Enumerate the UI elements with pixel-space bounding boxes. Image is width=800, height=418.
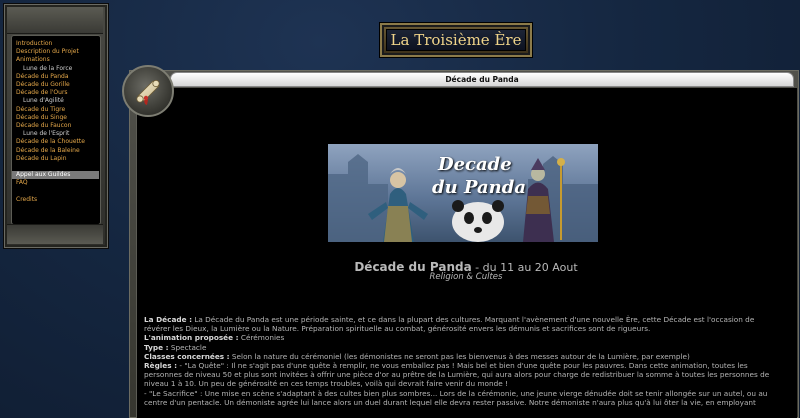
- event-banner-image: Decade du Panda: [328, 144, 598, 242]
- text-decade: La Décade du Panda est une période saint…: [144, 315, 755, 334]
- label-decade: La Décade :: [144, 315, 192, 324]
- text-type: Spectacle: [168, 342, 207, 352]
- label-rules: Règles :: [144, 361, 178, 371]
- menu-item-description-projet[interactable]: Description du Projet: [16, 48, 100, 56]
- menu-item-faq[interactable]: FAQ: [16, 179, 100, 187]
- event-category: Religion & Cultes: [429, 272, 503, 282]
- paragraph-animation: L'animation proposée : Cérémonies: [144, 333, 772, 342]
- sidebar-cap-bottom: [7, 224, 103, 244]
- menu-item-animations[interactable]: Animations: [16, 56, 100, 64]
- menu-item-decade-panda[interactable]: Décade du Panda: [16, 73, 100, 81]
- paragraph-rules: Règles : - "La Quête" : Il ne s'agit pas…: [144, 361, 772, 389]
- menu-item-decade-tigre[interactable]: Décade du Tigre: [16, 106, 100, 114]
- scroll-icon: [122, 65, 174, 117]
- menu-item-decade-faucon[interactable]: Décade du Faucon: [16, 122, 100, 130]
- event-description: La Décade : La Décade du Panda est une p…: [144, 315, 772, 407]
- text-animation: Cérémonies: [238, 333, 285, 343]
- label-type: Type :: [144, 342, 169, 352]
- menu-item-decade-ours[interactable]: Décade de l'Ours: [16, 89, 100, 97]
- label-animation: L'animation proposée :: [144, 333, 239, 343]
- site-title-plaque-inner: La Troisième Ère: [386, 29, 526, 51]
- menu-item-decade-chouette[interactable]: Décade de la Chouette: [16, 138, 100, 146]
- site-title-plaque: La Troisième Ère: [380, 23, 532, 57]
- menu-item-appel-guildes[interactable]: Appel aux Guildes: [12, 171, 99, 180]
- paragraph-type: Type : Spectacle: [144, 343, 772, 352]
- banner-title-line1: Decade: [438, 154, 512, 175]
- menu-item-decade-gorille[interactable]: Décade du Gorille: [16, 81, 100, 89]
- banner-title-line2: du Panda: [432, 177, 526, 198]
- menu-subheading-lune-force: Lune de la Force: [23, 64, 73, 72]
- sidebar-menu: Introduction Description du Projet Anima…: [12, 40, 100, 205]
- paragraph-classes: Classes concernées : Selon la nature du …: [144, 352, 772, 361]
- menu-item-decade-lapin[interactable]: Décade du Lapin: [16, 155, 100, 163]
- text-classes: Selon la nature du cérémoniel (les démon…: [229, 351, 690, 361]
- menu-subheading-lune-esprit: Lune de l'Esprit: [23, 130, 70, 138]
- menu-item-decade-baleine[interactable]: Décade de la Baleine: [16, 147, 100, 155]
- menu-item-credits[interactable]: Credits: [16, 196, 100, 204]
- menu-item-decade-singe[interactable]: Décade du Singe: [16, 114, 100, 122]
- section-title: Décade du Panda: [445, 75, 519, 84]
- paragraph-rules-sacrifice: - "Le Sacrifice" : Une mise en scène s'a…: [144, 388, 768, 407]
- label-classes: Classes concernées :: [144, 351, 230, 361]
- section-header-bar: Décade du Panda: [170, 72, 794, 87]
- site-title: La Troisième Ère: [390, 31, 522, 49]
- paragraph-decade: La Décade : La Décade du Panda est une p…: [144, 315, 772, 333]
- sidebar-cap-top: [7, 7, 103, 34]
- menu-item-introduction[interactable]: Introduction: [16, 40, 100, 48]
- text-rules-quete: - "La Quête" : Il ne s'agit pas d'une qu…: [144, 361, 770, 389]
- menu-subheading-lune-agilite: Lune d'Agilité: [23, 97, 64, 105]
